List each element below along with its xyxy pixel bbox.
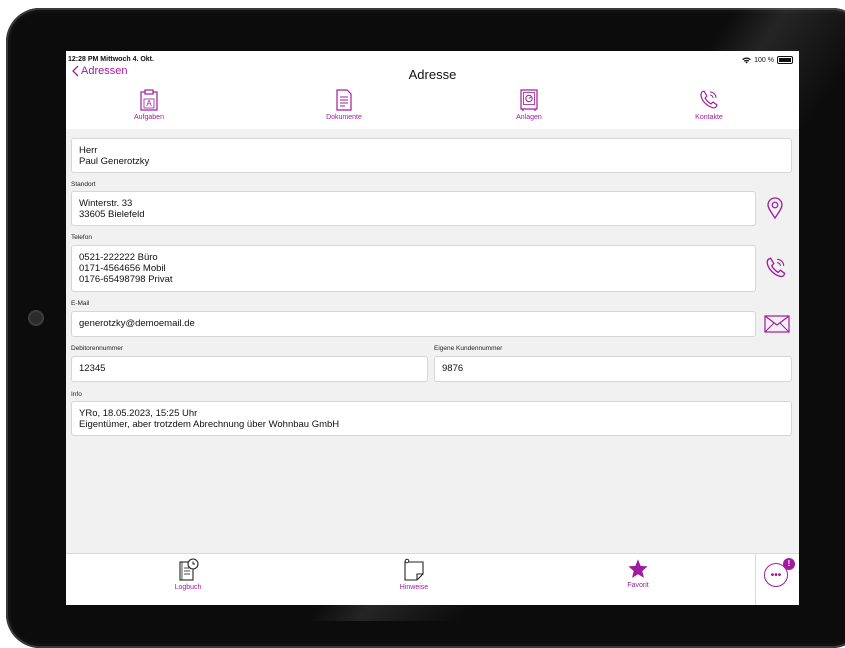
info-line: Eigentümer, aber trotzdem Abrechnung übe… bbox=[79, 419, 340, 430]
tab-favorit[interactable]: Favorit bbox=[578, 558, 698, 589]
phone-icon bbox=[700, 90, 718, 109]
tab-logbuch[interactable]: Logbuch bbox=[128, 558, 248, 591]
info-line: YRo, 18.05.2023, 15:25 Uhr bbox=[79, 408, 198, 419]
phone-field[interactable]: 0521-222222 Büro 0171-4564656 Mobil 0176… bbox=[71, 245, 756, 292]
email-field[interactable]: generotzky@demoemail.de bbox=[71, 311, 756, 337]
tab-kontakte[interactable]: Kontakte bbox=[649, 89, 769, 121]
name-field[interactable]: Herr Paul Generotzky bbox=[71, 138, 792, 173]
address-field[interactable]: Winterstr. 33 33605 Bielefeld bbox=[71, 191, 756, 226]
email-text: generotzky@demoemail.de bbox=[79, 318, 195, 329]
telefon-label: Telefon bbox=[71, 234, 92, 241]
map-pin-icon[interactable] bbox=[766, 197, 784, 224]
info-label: Info bbox=[71, 391, 82, 398]
tab-label: Kontakte bbox=[695, 114, 723, 121]
kunden-text: 9876 bbox=[442, 363, 464, 374]
notification-badge: ! bbox=[783, 558, 795, 570]
salutation-text: Herr bbox=[79, 145, 98, 156]
mail-icon[interactable] bbox=[764, 315, 790, 338]
more-container: ••• ! bbox=[755, 554, 799, 605]
info-field[interactable]: YRo, 18.05.2023, 15:25 Uhr Eigentümer, a… bbox=[71, 401, 792, 436]
phone-line: 0176-65498798 Privat bbox=[79, 274, 173, 285]
kunden-label: Eigene Kundennummer bbox=[434, 345, 503, 352]
email-label: E-Mail bbox=[71, 300, 90, 307]
tab-anlagen[interactable]: Anlagen bbox=[469, 89, 589, 121]
star-icon bbox=[628, 559, 648, 578]
battery-percent: 100 % bbox=[754, 56, 774, 64]
tab-label: Dokumente bbox=[326, 114, 362, 121]
tab-label: Aufgaben bbox=[134, 114, 164, 121]
page-title: Adresse bbox=[408, 67, 457, 82]
street-text: Winterstr. 33 bbox=[79, 198, 133, 209]
name-text: Paul Generotzky bbox=[79, 156, 150, 167]
wifi-icon bbox=[742, 57, 751, 63]
tab-dokumente[interactable]: Dokumente bbox=[284, 89, 404, 121]
app-screen: 12:28 PM Mittwoch 4. Okt. 100 % Adressen… bbox=[66, 51, 799, 605]
top-toolbar: A Aufgaben Dokumente Anlagen Kontakte bbox=[66, 89, 799, 129]
camera-dot bbox=[28, 310, 44, 326]
call-icon[interactable] bbox=[764, 256, 788, 285]
status-right: 100 % bbox=[742, 56, 793, 64]
tab-label: Hinweise bbox=[399, 584, 429, 591]
safe-icon bbox=[520, 89, 538, 111]
bottom-tab-bar: Logbuch Hinweise Favorit ••• ! bbox=[66, 553, 799, 605]
tab-label: Logbuch bbox=[174, 584, 202, 591]
debitor-text: 12345 bbox=[79, 363, 106, 374]
phone-line: 0171-4564656 Mobil bbox=[79, 263, 166, 274]
navigation-bar: Adressen Adresse bbox=[66, 65, 799, 89]
note-icon bbox=[404, 558, 424, 581]
tab-hinweise[interactable]: Hinweise bbox=[354, 558, 474, 591]
tab-label: Anlagen bbox=[516, 114, 542, 121]
city-text: 33605 Bielefeld bbox=[79, 209, 145, 220]
debitor-field[interactable]: 12345 bbox=[71, 356, 428, 382]
svg-text:A: A bbox=[146, 99, 152, 108]
status-bar: 12:28 PM Mittwoch 4. Okt. 100 % bbox=[66, 51, 799, 65]
tab-label: Favorit bbox=[627, 582, 649, 589]
tab-aufgaben[interactable]: A Aufgaben bbox=[89, 89, 209, 121]
battery-icon bbox=[777, 56, 793, 64]
status-time: 12:28 PM Mittwoch 4. Okt. bbox=[68, 56, 154, 63]
document-icon bbox=[336, 89, 352, 111]
kunden-field[interactable]: 9876 bbox=[434, 356, 792, 382]
debitor-label: Debitorennummer bbox=[71, 345, 124, 352]
address-form: Herr Paul Generotzky Standort Winterstr.… bbox=[66, 129, 799, 553]
ellipsis-icon: ••• bbox=[770, 569, 782, 581]
standort-label: Standort bbox=[71, 181, 96, 188]
tasks-icon: A bbox=[140, 89, 158, 111]
logbook-icon bbox=[179, 558, 199, 581]
phone-line: 0521-222222 Büro bbox=[79, 252, 158, 263]
